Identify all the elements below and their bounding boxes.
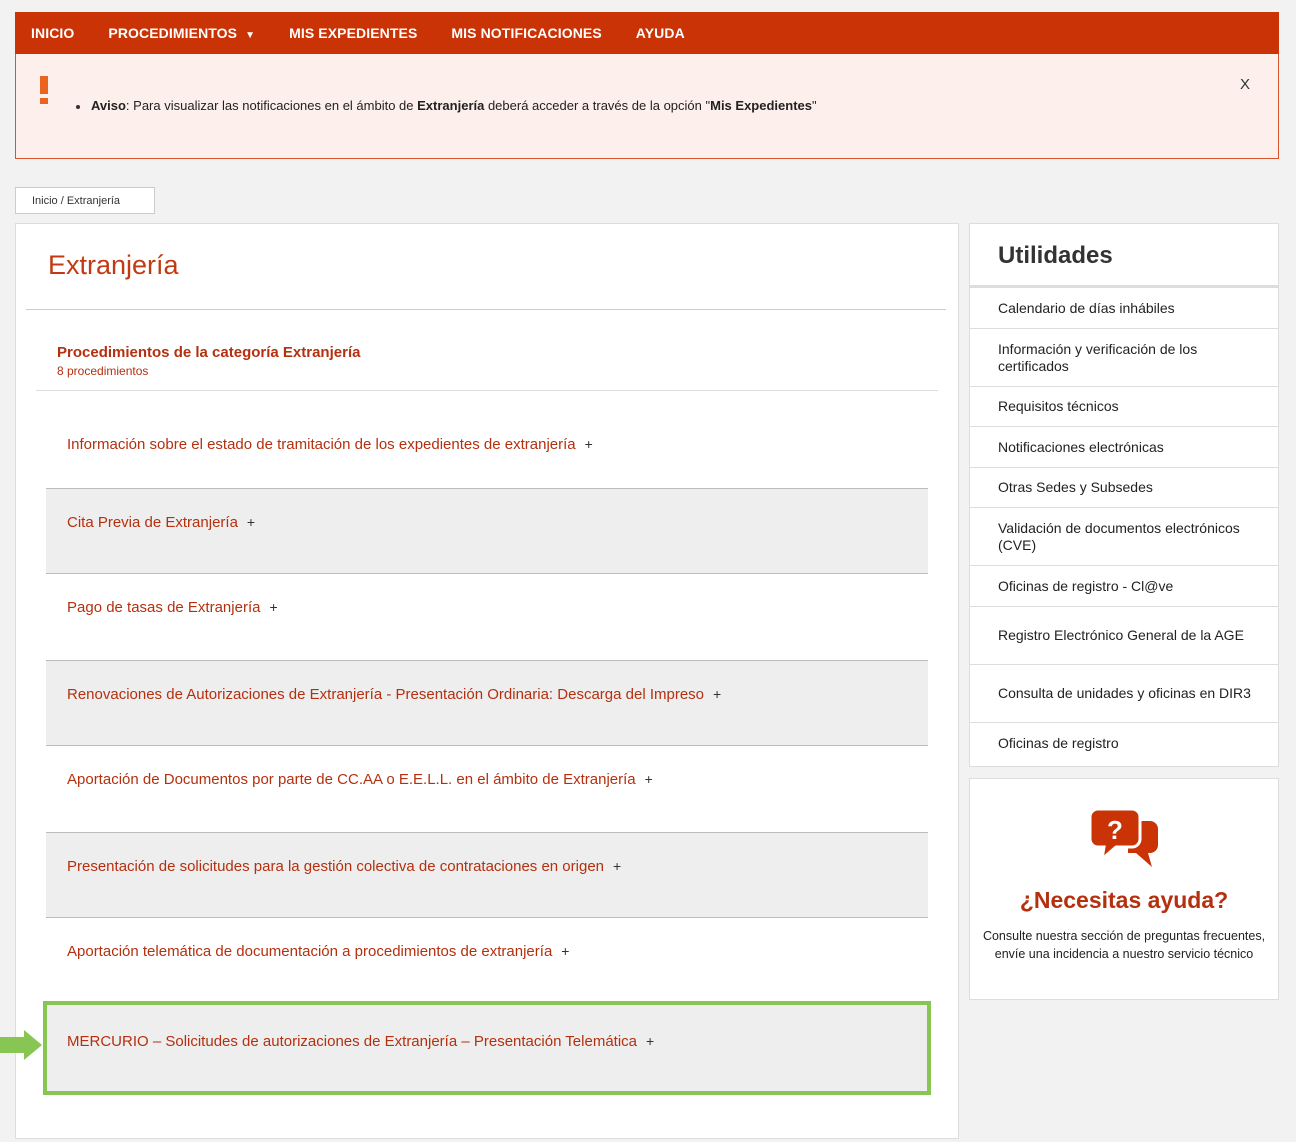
procedure-label: Cita Previa de Extranjería xyxy=(67,514,238,531)
nav-mis-expedientes[interactable]: MIS EXPEDIENTES xyxy=(289,25,417,41)
close-button[interactable]: X xyxy=(1240,76,1250,93)
procedure-label: Aportación telemática de documentación a… xyxy=(67,943,553,960)
page-title: Extranjería xyxy=(48,250,179,280)
alert-bold-word: Extranjería xyxy=(417,98,485,113)
category-title: Procedimientos de la categoría Extranjer… xyxy=(57,344,361,361)
top-nav: INICIO PROCEDIMIENTOS ▼ MIS EXPEDIENTES M… xyxy=(15,12,1279,54)
procedure-label: Presentación de solicitudes para la gest… xyxy=(67,858,604,875)
alert-text-2: deberá acceder a través de la opción " xyxy=(484,98,711,113)
util-link-dir3[interactable]: Consulta de unidades y oficinas en DIR3 xyxy=(970,665,1278,723)
breadcrumb[interactable]: Inicio / Extranjería xyxy=(15,187,155,214)
alert-label: Aviso xyxy=(91,98,126,113)
procedure-item[interactable]: Información sobre el estado de tramitaci… xyxy=(46,398,928,484)
procedure-item[interactable]: Aportación de Documentos por parte de CC… xyxy=(46,746,928,832)
plus-icon: + xyxy=(713,686,722,702)
util-link-oficinas-clave[interactable]: Oficinas de registro - Cl@ve xyxy=(970,566,1278,607)
procedure-item[interactable]: Cita Previa de Extranjería + xyxy=(46,488,928,574)
divider xyxy=(36,390,938,391)
procedure-item[interactable]: Pago de tasas de Extranjería + xyxy=(46,574,928,660)
svg-text:?: ? xyxy=(1107,815,1123,845)
procedure-item[interactable]: Renovaciones de Autorizaciones de Extran… xyxy=(46,660,928,746)
help-title: ¿Necesitas ayuda? xyxy=(1019,887,1229,913)
nav-procedimientos[interactable]: PROCEDIMIENTOS ▼ xyxy=(108,25,255,41)
util-link-cve[interactable]: Validación de documentos electrónicos (C… xyxy=(970,508,1278,566)
procedure-label: Información sobre el estado de tramitaci… xyxy=(67,436,576,453)
plus-icon: + xyxy=(561,943,570,959)
util-link-oficinas-registro[interactable]: Oficinas de registro xyxy=(970,723,1278,763)
utilities-panel: Utilidades Calendario de días inhábiles … xyxy=(969,223,1279,767)
exclamation-icon xyxy=(40,76,48,104)
plus-icon: + xyxy=(246,514,256,530)
plus-icon: + xyxy=(644,771,653,787)
plus-icon: + xyxy=(584,436,593,452)
alert-text-1: : Para visualizar las notificaciones en … xyxy=(125,98,418,113)
help-box[interactable]: ? ¿Necesitas ayuda? Consulte nuestra sec… xyxy=(969,778,1279,1000)
nav-ayuda[interactable]: AYUDA xyxy=(636,25,685,41)
plus-icon: + xyxy=(646,1033,655,1049)
procedure-label: Pago de tasas de Extranjería xyxy=(67,599,261,616)
procedure-label: MERCURIO – Solicitudes de autorizaciones… xyxy=(67,1033,637,1050)
procedure-item[interactable]: Presentación de solicitudes para la gest… xyxy=(46,832,928,918)
alert-text-3: " xyxy=(811,98,817,113)
nav-mis-notificaciones[interactable]: MIS NOTIFICACIONES xyxy=(451,25,601,41)
alert-message: Aviso: Para visualizar las notificacione… xyxy=(76,98,817,113)
util-link-requisitos[interactable]: Requisitos técnicos xyxy=(970,387,1278,427)
util-link-registro-age[interactable]: Registro Electrónico General de la AGE xyxy=(970,607,1278,665)
help-text: Consulte nuestra sección de preguntas fr… xyxy=(982,929,1266,961)
nav-procedimientos-label: PROCEDIMIENTOS xyxy=(108,25,238,41)
category-count: 8 procedimientos xyxy=(57,364,149,378)
util-link-certificados[interactable]: Información y verificación de los certif… xyxy=(970,329,1278,387)
notice-alert: Aviso: Para visualizar las notificacione… xyxy=(15,54,1279,159)
main-panel: Extranjería Procedimientos de la categor… xyxy=(15,223,959,1139)
util-link-calendario[interactable]: Calendario de días inhábiles xyxy=(970,288,1278,329)
procedure-item-mercurio[interactable]: MERCURIO – Solicitudes de autorizaciones… xyxy=(43,1001,931,1095)
procedure-item[interactable]: Aportación telemática de documentación a… xyxy=(46,918,928,1004)
utilities-title: Utilidades xyxy=(970,224,1278,288)
help-chat-icon: ? xyxy=(1088,807,1158,867)
util-link-notificaciones[interactable]: Notificaciones electrónicas xyxy=(970,427,1278,468)
divider xyxy=(26,309,946,310)
util-link-otras-sedes[interactable]: Otras Sedes y Subsedes xyxy=(970,468,1278,508)
plus-icon: + xyxy=(613,858,622,874)
procedure-label: Aportación de Documentos por parte de CC… xyxy=(67,771,636,788)
caret-down-icon: ▼ xyxy=(245,30,256,41)
procedure-label: Renovaciones de Autorizaciones de Extran… xyxy=(67,686,705,703)
plus-icon: + xyxy=(269,599,278,615)
nav-inicio[interactable]: INICIO xyxy=(31,25,74,41)
alert-option: Mis Expedientes xyxy=(710,98,812,113)
arrow-right-icon xyxy=(0,1030,42,1060)
